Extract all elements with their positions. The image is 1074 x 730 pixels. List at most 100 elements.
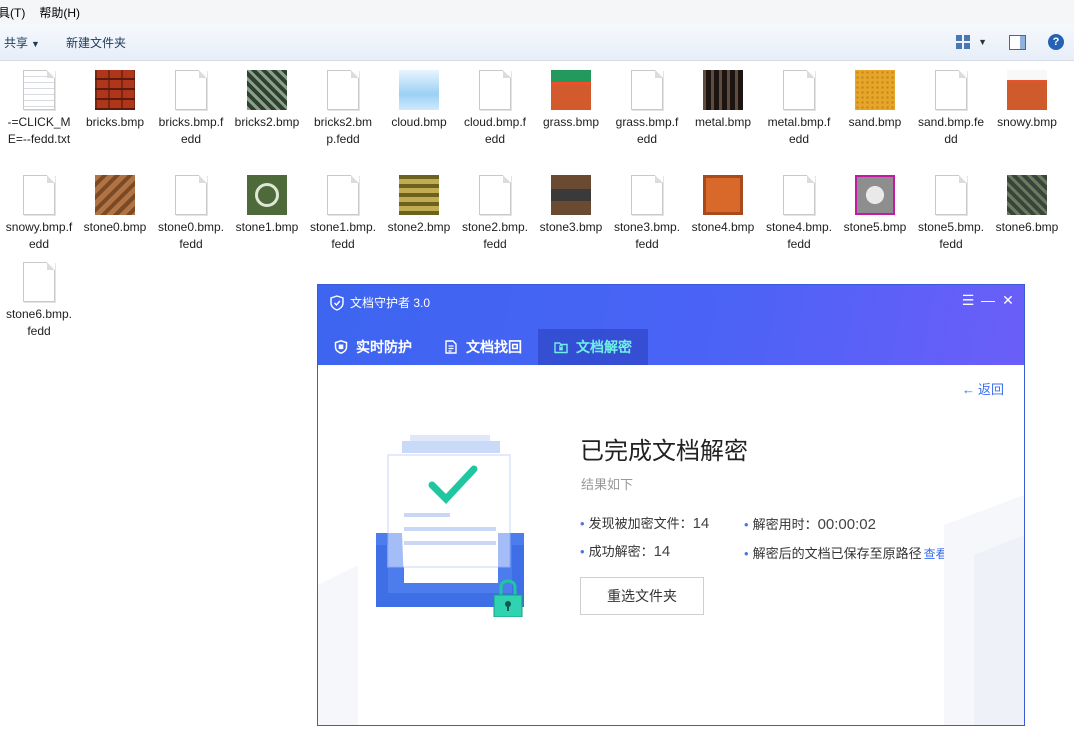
file-name: cloud.bmp.fedd bbox=[463, 115, 527, 146]
success-label: 成功解密： bbox=[588, 544, 654, 559]
result-title: 已完成文档解密 bbox=[580, 438, 748, 465]
rechoose-folder-button[interactable]: 重选文件夹 bbox=[580, 577, 704, 615]
menu-icon[interactable]: ☰ bbox=[958, 291, 978, 309]
file-thumbnail bbox=[551, 175, 591, 215]
shield-icon bbox=[334, 340, 348, 354]
file-item[interactable]: sand.bmp bbox=[839, 70, 911, 131]
file-name: grass.bmp.fedd bbox=[615, 115, 679, 146]
stat-found: • 发现被加密文件：14 bbox=[580, 513, 709, 532]
tab-realtime-protect[interactable]: 实时防护 bbox=[318, 329, 428, 365]
file-item[interactable]: cloud.bmp bbox=[383, 70, 455, 131]
image-thumbnail-icon bbox=[551, 70, 591, 110]
success-value: 14 bbox=[653, 543, 671, 560]
file-thumbnail bbox=[323, 175, 363, 215]
share-button[interactable]: 共享 ▼ bbox=[0, 30, 46, 55]
file-name: grass.bmp bbox=[542, 115, 600, 129]
file-icon bbox=[23, 175, 55, 215]
tab-doc-restore[interactable]: 文档找回 bbox=[428, 329, 538, 365]
file-thumbnail bbox=[931, 175, 971, 215]
views-icon[interactable] bbox=[956, 35, 971, 49]
help-icon[interactable]: ? bbox=[1048, 34, 1064, 50]
back-button[interactable]: ← 返回 bbox=[962, 379, 1004, 398]
image-thumbnail-icon bbox=[399, 175, 439, 215]
file-name: stone2.bmp bbox=[387, 220, 451, 234]
file-name: stone0.bmp bbox=[83, 220, 147, 234]
file-item[interactable]: stone0.bmp bbox=[79, 175, 151, 236]
close-icon[interactable]: ✕ bbox=[998, 291, 1018, 309]
file-name: stone4.bmp.fedd bbox=[765, 220, 833, 251]
file-thumbnail bbox=[399, 175, 439, 215]
file-item[interactable]: bricks.bmp.fedd bbox=[155, 70, 227, 148]
views-chevron-down-icon[interactable]: ▼ bbox=[978, 37, 987, 47]
file-thumbnail bbox=[95, 175, 135, 215]
file-item[interactable]: -=CLICK_ME=--fedd.txt bbox=[3, 70, 75, 148]
file-name: stone5.bmp bbox=[843, 220, 907, 234]
file-icon bbox=[23, 262, 55, 302]
file-item[interactable]: stone4.bmp bbox=[687, 175, 759, 236]
file-name: bricks.bmp bbox=[85, 115, 144, 129]
image-thumbnail-icon bbox=[551, 175, 591, 215]
file-item[interactable]: bricks2.bmp bbox=[231, 70, 303, 131]
file-item[interactable]: stone2.bmp bbox=[383, 175, 455, 236]
file-item[interactable]: stone3.bmp bbox=[535, 175, 607, 236]
file-item[interactable]: snowy.bmp.fedd bbox=[3, 175, 75, 253]
file-item[interactable]: grass.bmp.fedd bbox=[611, 70, 683, 148]
menu-help[interactable]: 帮助(H) bbox=[39, 2, 80, 23]
file-item[interactable]: stone0.bmp.fedd bbox=[155, 175, 227, 253]
file-thumbnail bbox=[171, 70, 211, 110]
file-thumbnail bbox=[399, 70, 439, 110]
file-item[interactable]: stone6.bmp.fedd bbox=[3, 262, 75, 340]
file-item[interactable]: metal.bmp bbox=[687, 70, 759, 131]
file-item[interactable]: stone1.bmp.fedd bbox=[307, 175, 379, 253]
file-item[interactable]: snowy.bmp bbox=[991, 70, 1063, 131]
file-item[interactable]: stone6.bmp bbox=[991, 175, 1063, 236]
file-item[interactable]: stone3.bmp.fedd bbox=[611, 175, 683, 253]
file-thumbnail bbox=[855, 175, 895, 215]
file-name: stone1.bmp.fedd bbox=[309, 220, 377, 251]
file-item[interactable]: grass.bmp bbox=[535, 70, 607, 131]
new-folder-button[interactable]: 新建文件夹 bbox=[60, 30, 132, 55]
file-icon bbox=[783, 175, 815, 215]
file-thumbnail bbox=[855, 70, 895, 110]
file-item[interactable]: cloud.bmp.fedd bbox=[459, 70, 531, 148]
file-thumbnail bbox=[19, 175, 59, 215]
minimize-icon[interactable]: — bbox=[978, 291, 998, 309]
background-decoration-left bbox=[318, 565, 358, 725]
file-name: bricks2.bmp bbox=[234, 115, 300, 129]
stat-success: • 成功解密：14 bbox=[580, 541, 670, 560]
app-header: 文档守护者 3.0 ☰ — ✕ 实时防护 文档找回 文档解密 bbox=[318, 285, 1024, 365]
tab-label: 文档解密 bbox=[576, 339, 632, 355]
found-value: 14 bbox=[692, 515, 710, 532]
bullet-icon: • bbox=[744, 517, 749, 532]
result-subtitle: 结果如下 bbox=[581, 477, 634, 492]
tab-label: 实时防护 bbox=[356, 339, 412, 355]
file-item[interactable]: sand.bmp.fedd bbox=[915, 70, 987, 148]
file-item[interactable]: stone1.bmp bbox=[231, 175, 303, 236]
image-thumbnail-icon bbox=[399, 70, 439, 110]
image-thumbnail-icon bbox=[1007, 70, 1047, 110]
file-name: stone5.bmp.fedd bbox=[917, 220, 985, 251]
file-name: stone1.bmp bbox=[235, 220, 299, 234]
file-thumbnail bbox=[1007, 70, 1047, 110]
file-item[interactable]: metal.bmp.fedd bbox=[763, 70, 835, 148]
image-thumbnail-icon bbox=[703, 175, 743, 215]
file-name: sand.bmp.fedd bbox=[917, 115, 985, 146]
file-item[interactable]: bricks.bmp bbox=[79, 70, 151, 131]
file-icon bbox=[175, 175, 207, 215]
image-thumbnail-icon bbox=[1007, 175, 1047, 215]
file-thumbnail bbox=[19, 262, 59, 302]
file-thumbnail bbox=[703, 70, 743, 110]
file-name: metal.bmp.fedd bbox=[767, 115, 831, 146]
menu-tools[interactable]: 具(T) bbox=[0, 2, 25, 23]
image-thumbnail-icon bbox=[247, 175, 287, 215]
file-item[interactable]: bricks2.bmp.fedd bbox=[307, 70, 379, 148]
file-icon bbox=[175, 70, 207, 110]
tab-doc-decrypt[interactable]: 文档解密 bbox=[538, 329, 648, 365]
preview-pane-icon[interactable] bbox=[1009, 34, 1026, 50]
time-label: 解密用时： bbox=[752, 517, 818, 532]
image-thumbnail-icon bbox=[703, 70, 743, 110]
file-item[interactable]: stone5.bmp.fedd bbox=[915, 175, 987, 253]
file-item[interactable]: stone2.bmp.fedd bbox=[459, 175, 531, 253]
file-item[interactable]: stone4.bmp.fedd bbox=[763, 175, 835, 253]
file-item[interactable]: stone5.bmp bbox=[839, 175, 911, 236]
